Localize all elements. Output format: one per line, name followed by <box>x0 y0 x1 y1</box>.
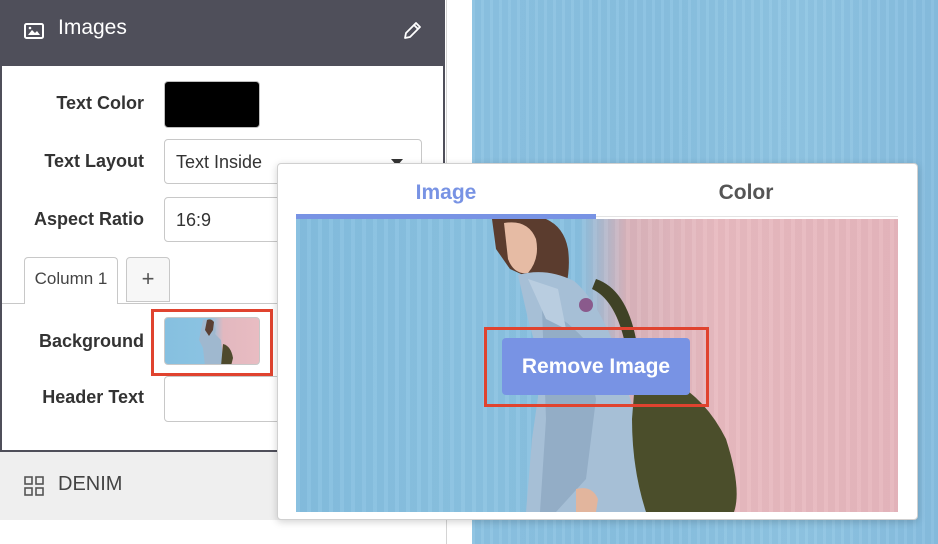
add-column-button[interactable]: + <box>126 257 170 302</box>
text-color-label: Text Color <box>56 93 144 113</box>
tab-color[interactable]: Color <box>596 164 896 220</box>
tab-column-1[interactable]: Column 1 <box>24 257 118 304</box>
pencil-icon[interactable] <box>401 20 423 42</box>
background-label: Background <box>38 331 144 351</box>
tab-image[interactable]: Image <box>296 164 596 220</box>
text-layout-value: Text Inside <box>176 152 263 172</box>
aspect-ratio-label: Aspect Ratio <box>33 209 144 229</box>
image-icon <box>24 23 44 39</box>
text-color-swatch[interactable] <box>164 81 260 128</box>
remove-image-button[interactable]: Remove Image <box>502 338 690 395</box>
aspect-ratio-value: 16:9 <box>176 210 212 230</box>
background-highlight <box>151 309 273 376</box>
grid-icon <box>24 476 44 496</box>
header-text-label: Header Text <box>42 387 144 407</box>
panel-header: Images <box>0 0 445 66</box>
tab-rule <box>596 216 898 217</box>
tab-rule-gap <box>25 302 117 305</box>
tab-column-1-label: Column 1 <box>34 269 108 288</box>
plus-icon: + <box>141 266 155 291</box>
tab-image-label: Image <box>415 181 477 204</box>
image-popover: Image Color Remove Image <box>277 163 918 520</box>
footer-name: DENIM <box>58 473 123 495</box>
text-layout-label: Text Layout <box>44 151 144 171</box>
panel-title: Images <box>58 16 127 39</box>
tab-color-label: Color <box>718 181 774 204</box>
